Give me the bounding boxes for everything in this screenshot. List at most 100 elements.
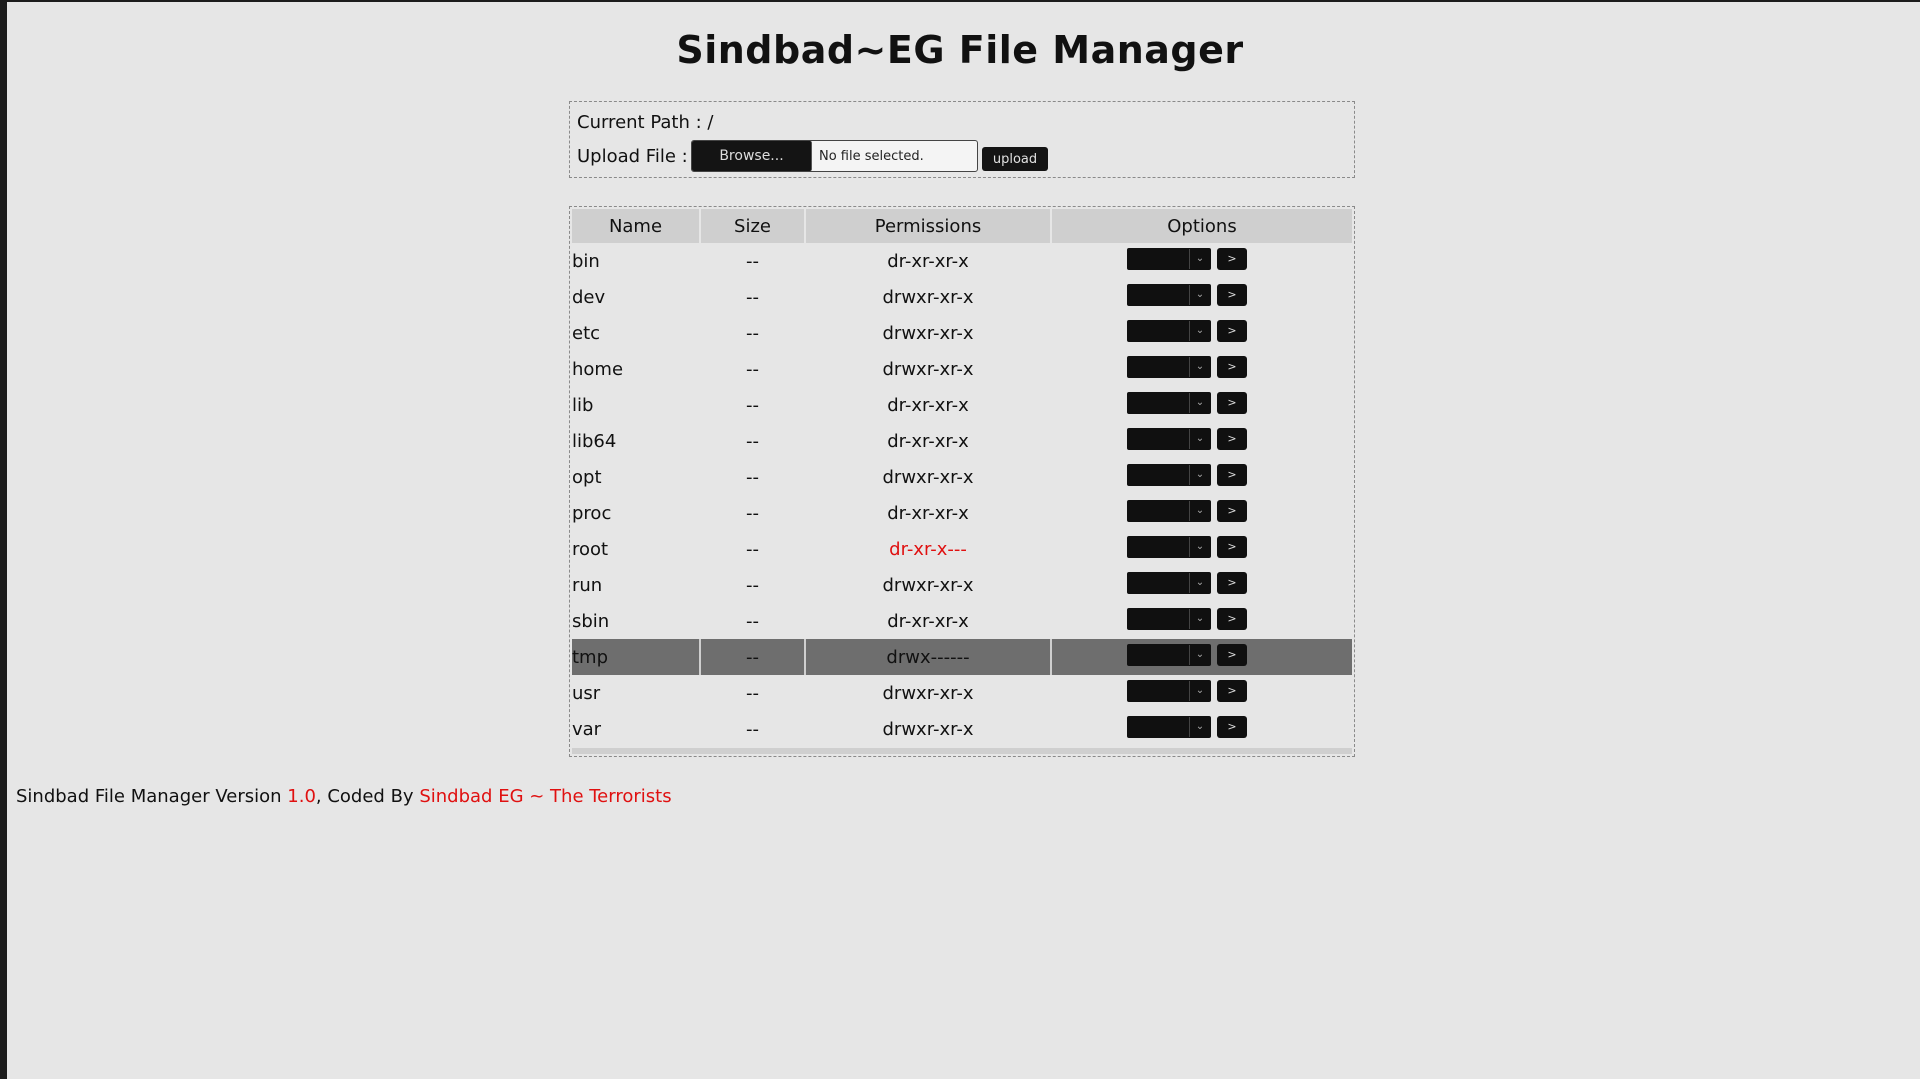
table-body: bin -- dr-xr-xr-x ⌄ > dev -- drwxr-xr-x ⌄ > etc -- d…	[572, 243, 1352, 747]
action-select[interactable]: ⌄	[1127, 607, 1211, 630]
go-button[interactable]: >	[1217, 535, 1247, 558]
window-top-edge	[0, 0, 1920, 2]
action-select[interactable]: ⌄	[1127, 283, 1211, 306]
file-name-link[interactable]: tmp	[572, 639, 701, 675]
options-controls: ⌄ >	[1127, 391, 1247, 414]
options-controls: ⌄ >	[1127, 535, 1247, 558]
action-select[interactable]: ⌄	[1127, 571, 1211, 594]
file-table-panel: Name Size Permissions Options bin -- dr-xr…	[569, 206, 1355, 757]
file-name-link[interactable]: sbin	[572, 603, 701, 639]
current-path-value[interactable]: /	[707, 112, 713, 133]
action-select[interactable]: ⌄	[1127, 679, 1211, 702]
table-row[interactable]: proc -- dr-xr-xr-x ⌄ >	[572, 495, 1352, 531]
file-name-link[interactable]: home	[572, 351, 701, 387]
table-row[interactable]: etc -- drwxr-xr-x ⌄ >	[572, 315, 1352, 351]
upload-button[interactable]: upload	[982, 147, 1048, 171]
file-name-link[interactable]: lib64	[572, 423, 701, 459]
table-row[interactable]: lib64 -- dr-xr-xr-x ⌄ >	[572, 423, 1352, 459]
options-controls: ⌄ >	[1127, 355, 1247, 378]
file-permissions: dr-xr-x---	[805, 531, 1052, 567]
go-button[interactable]: >	[1217, 499, 1247, 522]
chevron-down-icon: ⌄	[1189, 320, 1210, 341]
file-permissions: drwxr-xr-x	[805, 567, 1052, 603]
file-options: ⌄ >	[1051, 279, 1352, 315]
go-button[interactable]: >	[1217, 391, 1247, 414]
file-permissions: dr-xr-xr-x	[805, 387, 1052, 423]
footer-author-link[interactable]: Sindbad EG ~ The Terrorists	[419, 786, 671, 807]
file-size: --	[700, 603, 806, 639]
go-button[interactable]: >	[1217, 283, 1247, 306]
go-button[interactable]: >	[1217, 715, 1247, 738]
go-button[interactable]: >	[1217, 427, 1247, 450]
table-row[interactable]: run -- drwxr-xr-x ⌄ >	[572, 567, 1352, 603]
table-row[interactable]: tmp -- drwx------ ⌄ >	[572, 639, 1352, 675]
go-button[interactable]: >	[1217, 319, 1247, 342]
go-button[interactable]: >	[1217, 355, 1247, 378]
table-row[interactable]: usr -- drwxr-xr-x ⌄ >	[572, 675, 1352, 711]
action-select[interactable]: ⌄	[1127, 463, 1211, 486]
file-permissions: dr-xr-xr-x	[805, 423, 1052, 459]
file-options: ⌄ >	[1051, 711, 1352, 747]
table-row[interactable]: var -- drwxr-xr-x ⌄ >	[572, 711, 1352, 747]
file-name-link[interactable]: etc	[572, 315, 701, 351]
file-name-link[interactable]: dev	[572, 279, 701, 315]
file-permissions: dr-xr-xr-x	[805, 243, 1052, 279]
chevron-down-icon: ⌄	[1189, 356, 1210, 377]
table-row[interactable]: opt -- drwxr-xr-x ⌄ >	[572, 459, 1352, 495]
go-button[interactable]: >	[1217, 643, 1247, 666]
go-button[interactable]: >	[1217, 679, 1247, 702]
file-name-link[interactable]: opt	[572, 459, 701, 495]
header-permissions: Permissions	[805, 209, 1052, 243]
file-name-link[interactable]: root	[572, 531, 701, 567]
go-button[interactable]: >	[1217, 607, 1247, 630]
go-button[interactable]: >	[1217, 571, 1247, 594]
file-size: --	[700, 711, 806, 747]
table-row[interactable]: sbin -- dr-xr-xr-x ⌄ >	[572, 603, 1352, 639]
chevron-down-icon: ⌄	[1189, 608, 1210, 629]
table-row[interactable]: dev -- drwxr-xr-x ⌄ >	[572, 279, 1352, 315]
file-options: ⌄ >	[1051, 639, 1352, 675]
info-panel: Current Path : / Upload File : Browse...…	[569, 101, 1355, 178]
options-controls: ⌄ >	[1127, 463, 1247, 486]
action-select[interactable]: ⌄	[1127, 319, 1211, 342]
table-footer-bar	[572, 748, 1352, 754]
file-permissions: drwxr-xr-x	[805, 351, 1052, 387]
table-header-row: Name Size Permissions Options	[572, 209, 1352, 243]
action-select[interactable]: ⌄	[1127, 535, 1211, 558]
file-options: ⌄ >	[1051, 351, 1352, 387]
table-row[interactable]: lib -- dr-xr-xr-x ⌄ >	[572, 387, 1352, 423]
go-button[interactable]: >	[1217, 247, 1247, 270]
action-select[interactable]: ⌄	[1127, 355, 1211, 378]
options-controls: ⌄ >	[1127, 319, 1247, 342]
file-input[interactable]: Browse... No file selected.	[691, 140, 978, 172]
file-size: --	[700, 279, 806, 315]
action-select[interactable]: ⌄	[1127, 427, 1211, 450]
file-name-link[interactable]: run	[572, 567, 701, 603]
file-name-link[interactable]: bin	[572, 243, 701, 279]
file-size: --	[700, 495, 806, 531]
file-options: ⌄ >	[1051, 567, 1352, 603]
browse-button[interactable]: Browse...	[692, 141, 812, 171]
file-name-link[interactable]: lib	[572, 387, 701, 423]
file-permissions: drwxr-xr-x	[805, 315, 1052, 351]
file-name-link[interactable]: var	[572, 711, 701, 747]
action-select[interactable]: ⌄	[1127, 643, 1211, 666]
table-row[interactable]: home -- drwxr-xr-x ⌄ >	[572, 351, 1352, 387]
action-select[interactable]: ⌄	[1127, 715, 1211, 738]
footer-prefix: Sindbad File Manager Version	[16, 786, 282, 807]
action-select[interactable]: ⌄	[1127, 391, 1211, 414]
file-size: --	[700, 423, 806, 459]
file-name-link[interactable]: proc	[572, 495, 701, 531]
go-button[interactable]: >	[1217, 463, 1247, 486]
chevron-down-icon: ⌄	[1189, 392, 1210, 413]
table-row[interactable]: bin -- dr-xr-xr-x ⌄ >	[572, 243, 1352, 279]
file-options: ⌄ >	[1051, 387, 1352, 423]
file-permissions: dr-xr-xr-x	[805, 603, 1052, 639]
action-select[interactable]: ⌄	[1127, 499, 1211, 522]
file-size: --	[700, 459, 806, 495]
file-name-link[interactable]: usr	[572, 675, 701, 711]
footer-coded-by: , Coded By	[315, 786, 414, 807]
chevron-down-icon: ⌄	[1189, 536, 1210, 557]
action-select[interactable]: ⌄	[1127, 247, 1211, 270]
table-row[interactable]: root -- dr-xr-x--- ⌄ >	[572, 531, 1352, 567]
